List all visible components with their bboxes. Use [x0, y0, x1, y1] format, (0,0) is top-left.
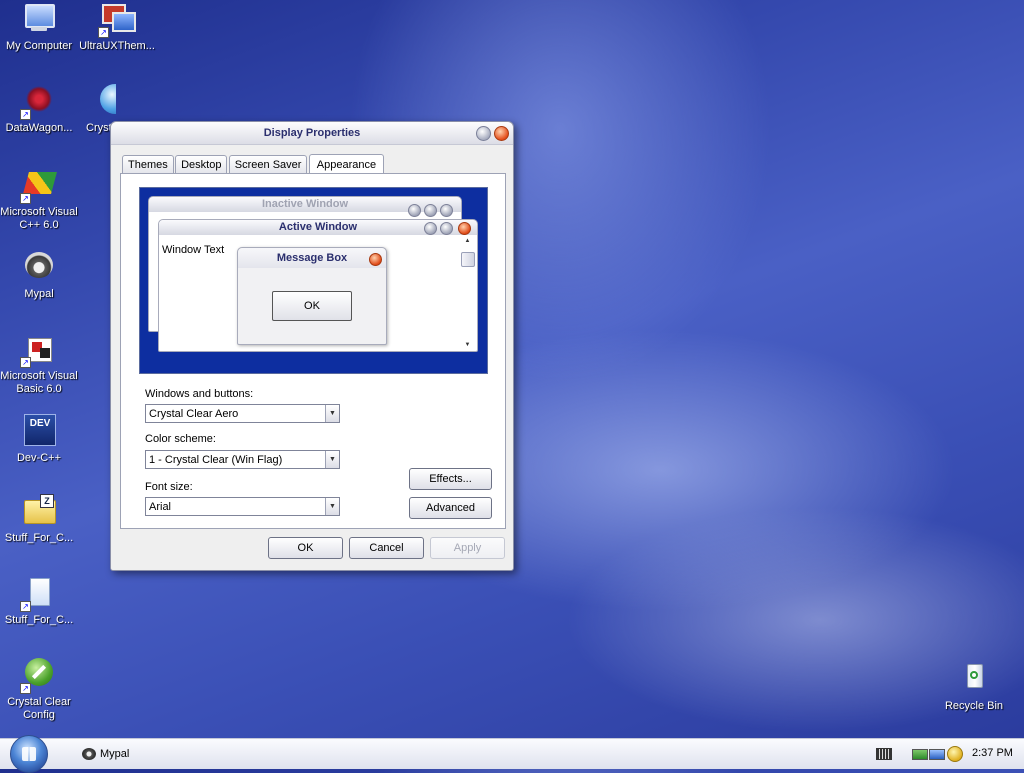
- desktop-icon-crystal-clear-config[interactable]: ↗ Crystal Clear Config: [0, 658, 80, 722]
- font-size-label: Font size:: [145, 481, 193, 493]
- preview-active-close-dot: [458, 222, 471, 235]
- visual-basic-icon: ↗: [20, 332, 56, 368]
- windows-logo-icon: [22, 747, 36, 761]
- shortcut-arrow-icon: ↗: [98, 27, 109, 38]
- computer-icon: [22, 2, 56, 36]
- ok-button[interactable]: OK: [268, 537, 343, 559]
- appearance-panel: Inactive Window Active Window Window Tex…: [120, 173, 506, 529]
- clock[interactable]: 2:37 PM: [972, 747, 1013, 759]
- window-title: Display Properties: [263, 127, 361, 139]
- tab-themes[interactable]: Themes: [122, 155, 174, 174]
- preview-message-box: Message Box OK: [237, 247, 387, 345]
- scroll-down-arrow-icon: ▼: [464, 342, 471, 348]
- network-icon[interactable]: [912, 749, 928, 760]
- appearance-preview: Inactive Window Active Window Window Tex…: [139, 187, 488, 374]
- effects-button[interactable]: Effects...: [409, 468, 492, 490]
- preview-active-max-dot: [440, 222, 453, 235]
- windows-buttons-label: Windows and buttons:: [145, 388, 254, 400]
- preview-message-close-dot: [369, 253, 382, 266]
- chevron-down-icon[interactable]: ▼: [325, 498, 339, 515]
- desktop-icon-recycle-bin[interactable]: Recycle Bin: [933, 662, 1015, 713]
- shortcut-arrow-icon: ↗: [20, 193, 31, 204]
- windows-buttons-select[interactable]: Crystal Clear Aero ▼: [145, 404, 340, 423]
- tab-screen-saver[interactable]: Screen Saver: [228, 155, 308, 174]
- title-bar[interactable]: Display Properties: [111, 122, 513, 145]
- preview-scroll-thumb: [461, 252, 475, 267]
- desktop-icon-stuff-zip[interactable]: Z Stuff_For_C...: [0, 494, 80, 545]
- taskbar-task-mypal[interactable]: Mypal: [82, 746, 129, 762]
- font-size-select[interactable]: Arial ▼: [145, 497, 340, 516]
- preview-ok-button: OK: [272, 291, 352, 321]
- preview-inactive-dot-3: [440, 204, 453, 217]
- desktop-icon-devcpp[interactable]: DEV Dev-C++: [0, 414, 80, 465]
- color-scheme-select[interactable]: 1 - Crystal Clear (Win Flag) ▼: [145, 450, 340, 469]
- config-icon: ↗: [20, 658, 56, 694]
- shortcut-arrow-icon: ↗: [20, 109, 31, 120]
- tab-desktop[interactable]: Desktop: [175, 155, 228, 174]
- desktop-icon-my-computer[interactable]: My Computer: [0, 2, 80, 53]
- preview-active-window: Active Window Window Text ▲ ▼ Message Bo…: [158, 219, 478, 352]
- display-properties-window: Display Properties Themes Desktop Screen…: [110, 121, 514, 571]
- windows-buttons-value: Crystal Clear Aero: [149, 408, 239, 420]
- preview-inactive-dot-2: [424, 204, 437, 217]
- network-computer-icon: ↗: [98, 2, 136, 38]
- tab-appearance[interactable]: Appearance: [308, 154, 385, 175]
- tab-strip: Themes Desktop Screen Saver Appearance: [122, 153, 385, 175]
- preview-message-box-title: Message Box: [238, 248, 386, 268]
- close-button[interactable]: [494, 126, 509, 141]
- datawagon-icon: ↗: [20, 84, 56, 120]
- desktop-icon-visual-basic[interactable]: ↗ Microsoft Visual Basic 6.0: [0, 332, 80, 396]
- document-icon: ↗: [20, 576, 56, 612]
- devcpp-icon: DEV: [22, 414, 56, 448]
- desktop-icon-ultrauxtheme[interactable]: ↗ UltraUXThem...: [76, 2, 158, 53]
- shortcut-arrow-icon: ↗: [20, 683, 31, 694]
- color-scheme-label: Color scheme:: [145, 433, 216, 445]
- desktop-icon-visual-cpp[interactable]: ↗ Microsoft Visual C++ 6.0: [0, 168, 80, 232]
- taskbar: Mypal 2:37 PM: [0, 735, 1024, 773]
- minimize-button[interactable]: [476, 126, 491, 141]
- chevron-down-icon[interactable]: ▼: [325, 405, 339, 422]
- preview-scrollbar: ▲ ▼: [461, 238, 475, 348]
- desktop-icon-datawagon[interactable]: ↗ DataWagon...: [0, 84, 80, 135]
- font-size-value: Arial: [149, 501, 172, 513]
- cancel-button[interactable]: Cancel: [349, 537, 424, 559]
- globe-icon: [100, 84, 116, 118]
- messenger-icon[interactable]: [947, 746, 963, 762]
- apply-button[interactable]: Apply: [430, 537, 505, 559]
- display-icon[interactable]: [929, 749, 945, 760]
- advanced-button[interactable]: Advanced: [409, 497, 492, 519]
- shortcut-arrow-icon: ↗: [20, 601, 31, 612]
- scroll-up-arrow-icon: ▲: [464, 238, 471, 244]
- mypal-icon: [22, 250, 56, 284]
- color-scheme-value: 1 - Crystal Clear (Win Flag): [149, 454, 283, 466]
- preview-inactive-dot-1: [408, 204, 421, 217]
- taskbar-task-label: Mypal: [100, 748, 130, 761]
- start-button[interactable]: [10, 735, 48, 773]
- preview-active-min-dot: [424, 222, 437, 235]
- preview-window-text: Window Text: [162, 244, 225, 256]
- desktop-icon-stuff-doc[interactable]: ↗ Stuff_For_C...: [0, 576, 80, 627]
- chevron-down-icon[interactable]: ▼: [325, 451, 339, 468]
- shortcut-arrow-icon: ↗: [20, 357, 31, 368]
- recycle-bin-icon: [957, 662, 991, 696]
- keyboard-icon[interactable]: [876, 748, 892, 760]
- zip-folder-icon: Z: [22, 494, 56, 528]
- desktop-icon-mypal[interactable]: Mypal: [0, 250, 80, 301]
- visual-cpp-icon: ↗: [20, 168, 57, 204]
- mypal-icon: [82, 748, 96, 761]
